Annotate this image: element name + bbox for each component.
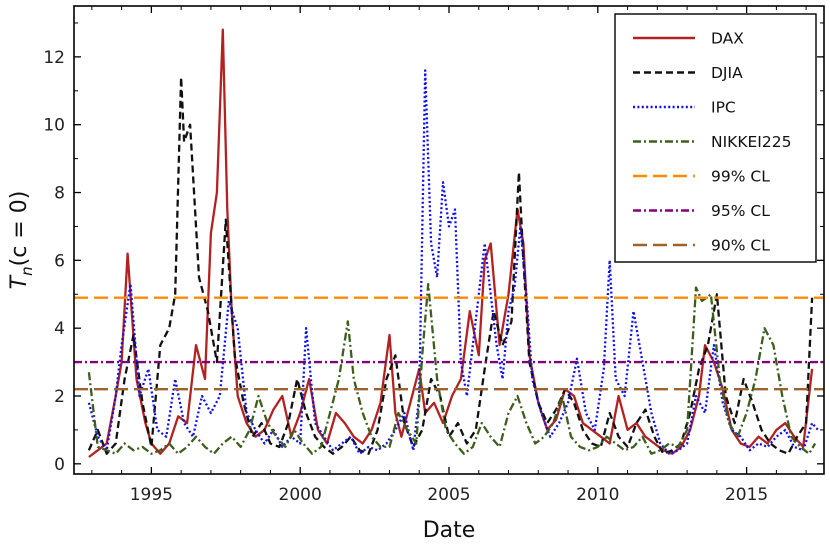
y-tick-label: 10: [43, 116, 65, 136]
chart: 1995 2000 2005 2010 2015 0 2 4 6 8 10 12 Date Tn(c …: [7, 5, 825, 543]
y-tick-label: 6: [54, 251, 65, 271]
legend-label-95-cl: 95% CL: [711, 202, 770, 220]
y-tick-label: 4: [54, 319, 65, 339]
legend: DAX DJIA IPC NIKKEI225 99% CL 95% CL 90% CL: [614, 13, 817, 263]
legend-label-nikkei225: NIKKEI225: [711, 133, 791, 151]
y-tick-label: 8: [54, 184, 65, 204]
legend-label-dax: DAX: [711, 30, 744, 48]
y-tick-label: 0: [54, 455, 65, 475]
svg-text:Tn(c = 0): Tn(c = 0): [7, 191, 36, 290]
legend-label-90-cl: 90% CL: [711, 237, 770, 255]
x-tick-label: 2000: [279, 485, 322, 505]
x-tick-label: 2015: [725, 485, 768, 505]
series-line-nikkei225: [87, 282, 817, 455]
x-tick-label: 2010: [576, 485, 619, 505]
y-tick-label: 2: [54, 387, 65, 407]
legend-label-ipc: IPC: [711, 99, 736, 117]
legend-label-99-cl: 99% CL: [711, 168, 770, 186]
y-axis-label: Tn(c = 0): [7, 191, 36, 290]
legend-label-djia: DJIA: [711, 64, 743, 82]
x-tick-label: 1995: [130, 485, 173, 505]
x-axis-label: Date: [423, 518, 476, 543]
x-tick-label: 2005: [427, 485, 470, 505]
y-tick-label: 12: [43, 48, 65, 68]
